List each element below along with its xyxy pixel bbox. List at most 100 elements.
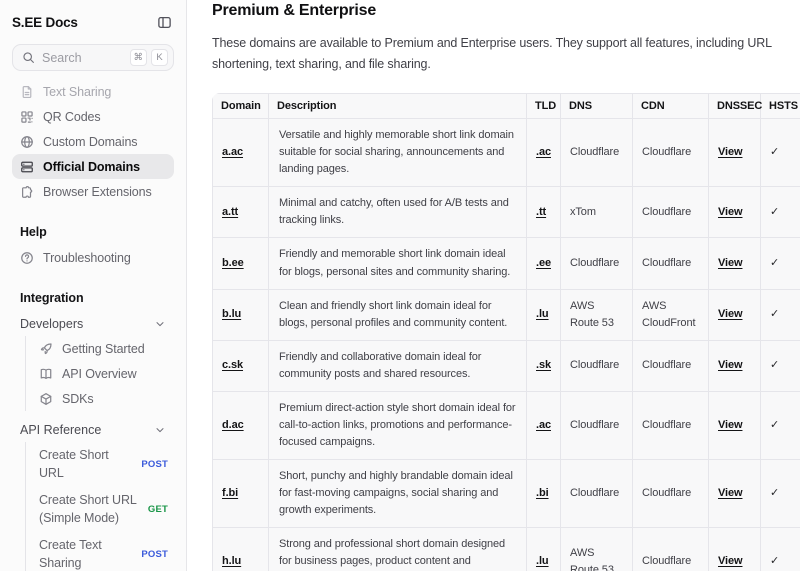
method-badge: GET — [148, 503, 168, 516]
tld-link[interactable]: .lu — [536, 308, 549, 320]
rocket-icon — [39, 342, 53, 356]
col-header-hsts: HSTS — [761, 94, 800, 119]
file-text-icon — [20, 85, 34, 99]
api-item-label: Create Short URL (Simple Mode) — [39, 492, 142, 527]
domain-link[interactable]: h.lu — [222, 555, 241, 567]
domain-link[interactable]: b.lu — [222, 308, 241, 320]
sidebar-item-label: Getting Started — [62, 342, 145, 356]
chevron-down-icon — [154, 318, 166, 330]
domain-link[interactable]: b.ee — [222, 257, 244, 269]
sidebar-item-label: API Overview — [62, 367, 137, 381]
domain-description: Friendly and memorable short link domain… — [269, 238, 527, 289]
sidebar-item-getting-started[interactable]: Getting Started — [26, 336, 174, 361]
table-row: a.tt Minimal and catchy, often used for … — [213, 187, 800, 238]
table-row: b.ee Friendly and memorable short link d… — [213, 238, 800, 289]
section-heading-integration: Integration — [12, 291, 174, 305]
cdn-value: Cloudflare — [633, 391, 709, 459]
hsts-check: ✓ — [761, 119, 800, 187]
dnssec-view-link[interactable]: View — [718, 419, 742, 431]
hsts-check: ✓ — [761, 459, 800, 527]
globe-icon — [20, 135, 34, 149]
table-header-row: Domain Description TLD DNS CDN DNSSEC HS… — [213, 94, 800, 119]
method-badge: POST — [141, 548, 168, 561]
cmd-key: ⌘ — [130, 49, 148, 66]
tld-link[interactable]: .ee — [536, 257, 551, 269]
dnssec-view-link[interactable]: View — [718, 308, 742, 320]
sidebar-item-create-text-sharing[interactable]: Create Text Sharing POST — [26, 532, 174, 571]
tld-link[interactable]: .sk — [536, 359, 551, 371]
tld-link[interactable]: .ac — [536, 419, 551, 431]
group-developers[interactable]: Developers — [12, 311, 174, 336]
k-key: K — [151, 49, 168, 66]
main-content: Premium & Enterprise These domains are a… — [187, 0, 800, 571]
api-item-label: Create Text Sharing — [39, 537, 135, 571]
sidebar-item-label: SDKs — [62, 392, 94, 406]
sidebar: S.EE Docs Search ⌘ K Text Sharing QR Cod… — [0, 0, 187, 571]
sidebar-item-qr-codes[interactable]: QR Codes — [12, 104, 174, 129]
sidebar-item-custom-domains[interactable]: Custom Domains — [12, 129, 174, 154]
domain-description: Friendly and collaborative domain ideal … — [269, 340, 527, 391]
dns-value: Cloudflare — [561, 119, 633, 187]
dns-value: AWS Route 53 — [561, 528, 633, 571]
hsts-check: ✓ — [761, 187, 800, 238]
sidebar-item-troubleshooting[interactable]: Troubleshooting — [12, 245, 174, 270]
hsts-check: ✓ — [761, 391, 800, 459]
cdn-value: Cloudflare — [633, 238, 709, 289]
dnssec-view-link[interactable]: View — [718, 555, 742, 567]
col-header-domain: Domain — [213, 94, 269, 119]
cdn-value: Cloudflare — [633, 459, 709, 527]
dnssec-view-link[interactable]: View — [718, 146, 742, 158]
api-item-label: Create Short URL — [39, 447, 135, 482]
sidebar-toggle-icon[interactable] — [155, 13, 174, 32]
dnssec-view-link[interactable]: View — [718, 487, 742, 499]
domain-link[interactable]: a.ac — [222, 146, 243, 158]
sidebar-header: S.EE Docs — [12, 10, 174, 34]
cdn-value: AWS CloudFront — [633, 289, 709, 340]
dnssec-view-link[interactable]: View — [718, 359, 742, 371]
group-api-reference[interactable]: API Reference — [12, 417, 174, 442]
domain-description: Minimal and catchy, often used for A/B t… — [269, 187, 527, 238]
tld-link[interactable]: .lu — [536, 555, 549, 567]
sidebar-item-create-short-url-simple[interactable]: Create Short URL (Simple Mode) GET — [26, 487, 174, 532]
sidebar-item-label: QR Codes — [43, 110, 101, 124]
domain-description: Versatile and highly memorable short lin… — [269, 119, 527, 187]
table-row: a.ac Versatile and highly memorable shor… — [213, 119, 800, 187]
dnssec-view-link[interactable]: View — [718, 257, 742, 269]
domain-link[interactable]: c.sk — [222, 359, 243, 371]
tld-link[interactable]: .ac — [536, 146, 551, 158]
sidebar-item-create-short-url[interactable]: Create Short URL POST — [26, 442, 174, 487]
puzzle-icon — [20, 185, 34, 199]
domain-description: Strong and professional short domain des… — [269, 528, 527, 571]
group-label-text: API Reference — [20, 423, 101, 437]
col-header-cdn: CDN — [633, 94, 709, 119]
domain-link[interactable]: d.ac — [222, 419, 244, 431]
hsts-check: ✓ — [761, 289, 800, 340]
sidebar-item-label: Browser Extensions — [43, 185, 152, 199]
hsts-check: ✓ — [761, 238, 800, 289]
domain-link[interactable]: a.tt — [222, 206, 238, 218]
dns-value: xTom — [561, 187, 633, 238]
sidebar-item-browser-extensions[interactable]: Browser Extensions — [12, 179, 174, 204]
dns-value: Cloudflare — [561, 391, 633, 459]
tld-link[interactable]: .bi — [536, 487, 549, 499]
sidebar-nav: Text Sharing QR Codes Custom Domains Off… — [12, 79, 174, 204]
search-shortcut: ⌘ K — [130, 49, 169, 66]
sidebar-item-text-sharing[interactable]: Text Sharing — [12, 79, 174, 104]
developers-children: Getting Started API Overview SDKs — [25, 336, 174, 411]
dnssec-view-link[interactable]: View — [718, 206, 742, 218]
domains-table-wrap: Domain Description TLD DNS CDN DNSSEC HS… — [212, 93, 800, 571]
section-heading-help: Help — [12, 225, 174, 239]
col-header-dnssec: DNSSEC — [709, 94, 761, 119]
api-reference-children: Create Short URL POST Create Short URL (… — [25, 442, 174, 571]
sidebar-item-official-domains[interactable]: Official Domains — [12, 154, 174, 179]
search-input[interactable]: Search ⌘ K — [12, 44, 174, 71]
sidebar-item-sdks[interactable]: SDKs — [26, 386, 174, 411]
cdn-value: Cloudflare — [633, 528, 709, 571]
sidebar-item-label: Official Domains — [43, 160, 140, 174]
table-row: h.lu Strong and professional short domai… — [213, 528, 800, 571]
search-icon — [22, 51, 35, 64]
domain-link[interactable]: f.bi — [222, 487, 238, 499]
page-title: Premium & Enterprise — [212, 2, 800, 20]
tld-link[interactable]: .tt — [536, 206, 546, 218]
sidebar-item-api-overview[interactable]: API Overview — [26, 361, 174, 386]
